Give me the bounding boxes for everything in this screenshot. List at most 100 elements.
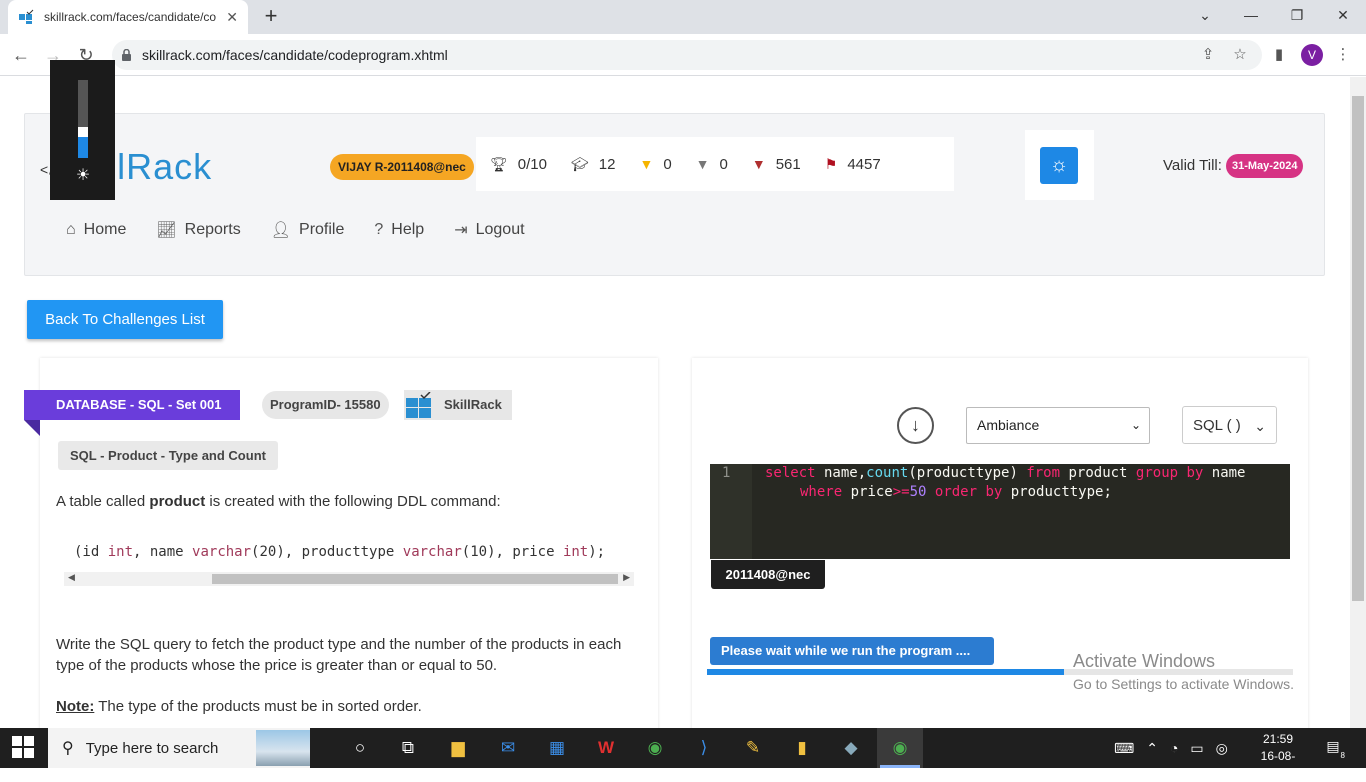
close-tab-icon[interactable]: ✕ xyxy=(226,9,238,26)
keyboard-icon[interactable]: ⌨ xyxy=(1114,740,1134,757)
code-token: where xyxy=(800,484,843,500)
silver-medal-icon: ▼ xyxy=(695,156,710,172)
run-status-message: Please wait while we run the program ...… xyxy=(710,637,994,665)
scrollbar-thumb[interactable] xyxy=(1352,96,1364,601)
battery-icon[interactable]: ▭ xyxy=(1190,740,1203,757)
brightness-slider-knob[interactable] xyxy=(78,127,88,137)
chevron-up-icon[interactable]: ⌃ xyxy=(1146,740,1158,757)
stat-gold: ▼ 0 xyxy=(639,155,672,173)
file-explorer-icon[interactable]: ▆ xyxy=(442,732,474,764)
store-icon[interactable]: ▦ xyxy=(541,732,573,764)
stat-bronze: ▼ 561 xyxy=(751,155,801,173)
new-tab-icon[interactable]: + xyxy=(258,4,284,30)
code-token: name, xyxy=(815,465,867,481)
theme-toggle-button[interactable]: ☼ xyxy=(1040,147,1078,184)
code-token: name xyxy=(1203,465,1246,481)
ddl-code: (id int, name varchar(20), producttype v… xyxy=(74,544,606,560)
chrome-icon[interactable]: ◉ xyxy=(639,732,671,764)
nav-home[interactable]: ⌂ Home xyxy=(66,220,126,240)
code-scrollbar-thumb[interactable] xyxy=(212,574,618,584)
vscode-icon[interactable]: ⟩ xyxy=(688,732,720,764)
stat-trophy: 🏆︎ 0/10 xyxy=(490,155,547,173)
problem-task: Write the SQL query to fetch the product… xyxy=(56,636,622,674)
program-id-badge: ProgramID- 15580 xyxy=(262,391,389,419)
nav-profile[interactable]: 👤︎ Profile xyxy=(271,220,345,240)
chevron-down-icon: ⌄ xyxy=(1254,418,1266,434)
table-name: product xyxy=(149,493,206,510)
stats-bar: 🏆︎ 0/10 🎓︎ 12 ▼ 0 ▼ 0 ▼ 561 ⚑ 4457 xyxy=(476,137,954,191)
brightness-slider-fill xyxy=(78,137,88,158)
windows-start-icon[interactable] xyxy=(12,736,34,758)
mail-icon[interactable]: ✉ xyxy=(492,732,524,764)
code-token: order by xyxy=(934,484,1003,500)
profile-icon: 👤︎ xyxy=(270,222,292,239)
location-icon[interactable]: ◎ xyxy=(1216,740,1228,757)
code-token: count xyxy=(866,465,909,481)
trophy-icon: 🏆︎ xyxy=(490,155,508,172)
code-token: product xyxy=(1060,465,1136,481)
close-window-icon[interactable]: ✕ xyxy=(1320,0,1366,30)
restore-icon[interactable]: ❐ xyxy=(1274,0,1320,30)
editor-app-icon[interactable]: ✎ xyxy=(737,732,769,764)
home-icon: ⌂ xyxy=(66,221,76,238)
skillrack-favicon-icon xyxy=(19,9,34,24)
url-text: skillrack.com/faces/candidate/codeprogra… xyxy=(142,47,448,63)
activate-windows-subtitle: Go to Settings to activate Windows. xyxy=(1073,676,1294,692)
share-icon[interactable]: ⇪ xyxy=(1197,44,1219,66)
help-icon: ? xyxy=(374,221,384,238)
ribbon-fold xyxy=(24,420,40,436)
cortana-icon[interactable]: ○ xyxy=(344,732,376,764)
editor-theme-select[interactable]: Ambiance ⌄ xyxy=(966,407,1150,444)
notification-icon[interactable]: ▤ 8 xyxy=(1323,738,1345,760)
download-icon[interactable]: ↓ xyxy=(897,407,934,444)
nav-help[interactable]: ? Help xyxy=(374,220,424,240)
code-token: producttype; xyxy=(1002,484,1112,500)
lock-icon[interactable] xyxy=(122,49,131,61)
side-panel-icon[interactable]: ▮ xyxy=(1268,44,1290,66)
problem-note: Note: The type of the products must be i… xyxy=(56,698,422,715)
nav-logout[interactable]: ⇥ Logout xyxy=(454,220,524,240)
sun-icon: ☀ xyxy=(75,167,91,184)
back-to-challenges-button[interactable]: Back To Challenges List xyxy=(27,300,223,339)
system-tray: ⌨ ⌃ ◔ ▭ ◎ xyxy=(1108,728,1234,768)
profile-avatar[interactable]: V xyxy=(1301,44,1323,66)
code-line-2[interactable]: where price>=50 order by producttype; xyxy=(800,484,1112,500)
user-badge: VIJAY R-2011408@nec xyxy=(330,154,474,180)
code-token: >= xyxy=(892,484,910,500)
bookmark-star-icon[interactable]: ☆ xyxy=(1229,44,1251,66)
browser-menu-icon[interactable]: ⋮ xyxy=(1332,44,1354,66)
editor-gutter xyxy=(710,464,752,559)
skillrack-logo-icon xyxy=(406,392,431,418)
wifi-icon[interactable]: ◔ xyxy=(1170,740,1178,756)
tab-search-chevron-icon[interactable]: ⌄ xyxy=(1182,0,1228,30)
nav-reports[interactable]: 📈︎ Reports xyxy=(156,220,240,240)
code-token: from xyxy=(1026,465,1061,481)
valid-till-label: Valid Till: xyxy=(1163,157,1222,174)
app-icon[interactable]: ◆ xyxy=(835,732,867,764)
chrome-profile-icon[interactable]: ◉ xyxy=(884,732,916,764)
valid-till-date: 31-May-2024 xyxy=(1226,154,1304,178)
task-view-icon[interactable]: ⧉ xyxy=(392,732,424,764)
minimize-icon[interactable]: — xyxy=(1228,0,1274,30)
code-token: price xyxy=(842,484,893,500)
powerbi-icon[interactable]: ▮ xyxy=(786,732,818,764)
code-line-1[interactable]: select name,count(producttype) from prod… xyxy=(765,465,1246,481)
code-token: (producttype) xyxy=(908,465,1027,481)
language-select[interactable]: SQL ( ) ⌄ xyxy=(1182,406,1277,444)
stat-silver: ▼ 0 xyxy=(695,155,728,173)
user-chip: 2011408@nec xyxy=(711,560,825,589)
browser-tab[interactable]: skillrack.com/faces/candidate/co ✕ xyxy=(8,0,248,34)
problem-title: SQL - Product - Type and Count xyxy=(58,441,278,470)
taskbar-clock[interactable]: 21:59 16-08-2023 xyxy=(1248,731,1308,782)
main-nav: ⌂ Home 📈︎ Reports 👤︎ Profile ? Help ⇥ Logout xyxy=(66,220,555,240)
scroll-right-icon[interactable]: ▶ xyxy=(623,572,630,583)
wps-office-icon[interactable]: W xyxy=(590,732,622,764)
url-field[interactable]: skillrack.com/faces/candidate/codeprogra… xyxy=(112,40,1262,70)
sun-theme-icon: ☼ xyxy=(1049,154,1069,176)
scroll-left-icon[interactable]: ◀ xyxy=(68,572,75,583)
search-highlight-image xyxy=(256,730,310,766)
problem-description: A table called product is created with t… xyxy=(56,493,501,510)
back-arrow-icon[interactable]: ← xyxy=(8,42,34,68)
code-token: select xyxy=(765,465,816,481)
